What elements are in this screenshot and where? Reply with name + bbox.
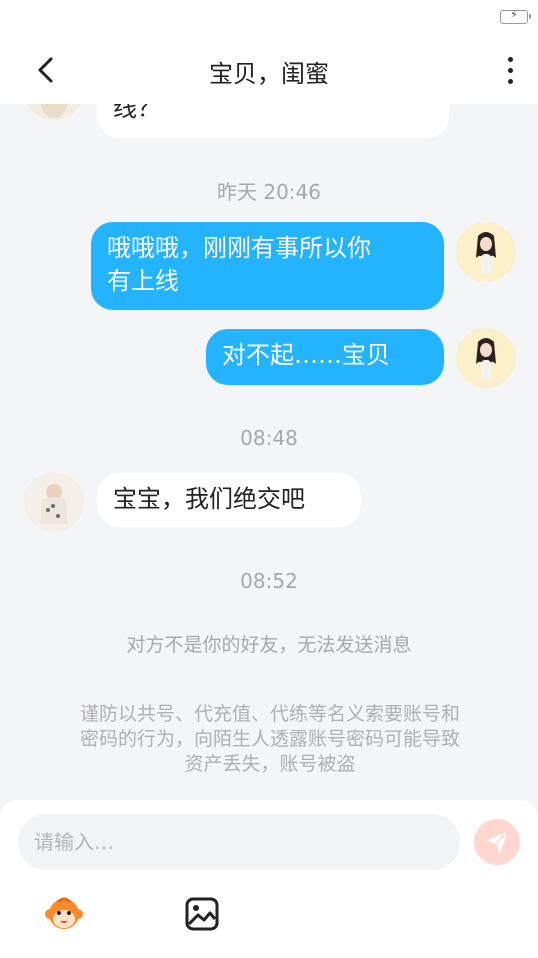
composer-panel (0, 800, 538, 958)
battery-charging-icon: ⚡ (500, 8, 531, 24)
security-warning: 谨防以共号、代充值、代练等名义索要账号和 密码的行为，向陌生人透露账号密码可能导… (79, 703, 460, 775)
message-text: 对不起……宝贝 (222, 341, 390, 369)
message-bubble-outgoing[interactable]: 哦哦哦，刚刚有事所以你 有上线 (91, 222, 444, 310)
timestamp: 昨天 20:46 (217, 180, 321, 204)
message-text: 宝宝，我们绝交吧 (113, 485, 305, 513)
message-list[interactable]: 线？ 昨天 20:46 哦哦哦，刚刚有事所以你 有上线 对不起……宝贝 08:4… (0, 104, 538, 804)
more-button[interactable] (500, 50, 520, 90)
friend-avatar[interactable] (24, 104, 84, 120)
image-icon (185, 897, 219, 931)
timestamp: 08:48 (240, 426, 298, 450)
message-bubble-incoming[interactable]: 线？ (97, 104, 449, 138)
message-bubble-outgoing[interactable]: 对不起……宝贝 (206, 329, 444, 385)
send-plane-icon (486, 830, 509, 853)
my-avatar[interactable] (456, 222, 516, 282)
timestamp: 08:52 (240, 569, 298, 593)
message-text: 哦哦哦，刚刚有事所以你 (107, 234, 371, 262)
page-title: 宝贝，闺蜜 (209, 60, 329, 88)
friend-avatar[interactable] (24, 472, 84, 532)
emoji-button[interactable] (44, 894, 84, 934)
message-bubble-incoming[interactable]: 宝宝，我们绝交吧 (97, 473, 361, 527)
send-button[interactable] (474, 819, 520, 865)
more-vertical-icon (507, 56, 513, 62)
my-avatar[interactable] (456, 328, 516, 388)
chat-header: 宝贝，闺蜜 (0, 36, 538, 104)
not-friend-notice: 对方不是你的好友，无法发送消息 (126, 634, 412, 656)
message-text: 有上线 (107, 267, 179, 295)
status-bar: ⚡ (0, 0, 538, 36)
image-button[interactable] (182, 894, 222, 934)
message-input[interactable] (18, 814, 460, 870)
monkey-emoji-icon (45, 897, 83, 929)
message-text: 线？ (113, 104, 161, 122)
